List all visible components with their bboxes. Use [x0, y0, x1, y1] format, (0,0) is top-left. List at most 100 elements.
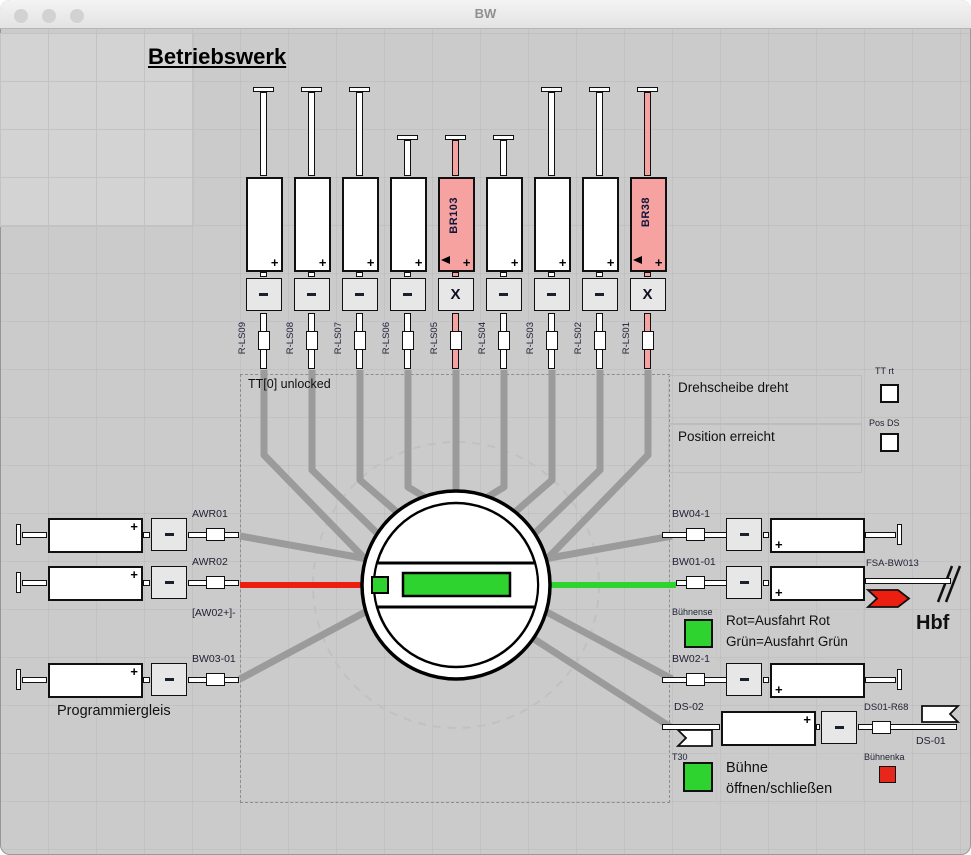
track-bumper [493, 135, 514, 140]
minus-glyph [355, 293, 364, 297]
sensor-rect [686, 528, 705, 541]
pos-ds-label: Pos DS [869, 418, 900, 428]
track-button-r-ls01[interactable]: X [630, 278, 666, 311]
window-titlebar: BW [0, 0, 971, 29]
track-section-r-ls06[interactable]: + [390, 177, 427, 272]
polarity-plus: + [775, 538, 783, 551]
polarity-plus: + [130, 520, 138, 533]
track-button-ds[interactable] [821, 711, 857, 744]
track-section-r-ls03[interactable]: + [534, 177, 571, 272]
track-section-bw02-1[interactable]: + [770, 663, 865, 698]
track-button-bw02-1[interactable] [726, 663, 762, 696]
track-button-r-ls06[interactable] [390, 278, 426, 311]
buehnenka-indicator[interactable] [879, 766, 896, 783]
track-section-r-ls04[interactable]: + [486, 177, 523, 272]
track-label-awr02: AWR02 [192, 556, 228, 568]
sensor-label-r-ls03: R-LS03 [525, 322, 536, 354]
right-bumper [897, 524, 902, 545]
left-bumper [16, 524, 21, 545]
legend-rot-text: Rot=Ausfahrt Rot [726, 613, 830, 628]
track-joint [644, 272, 651, 277]
track-stub [308, 92, 315, 176]
track-button-bw03-01[interactable] [151, 663, 187, 696]
tt-rt-checkbox[interactable] [880, 384, 899, 403]
track-button-r-ls07[interactable] [342, 278, 378, 311]
track-bumper [301, 87, 322, 92]
track-line [143, 677, 150, 683]
minus-glyph [165, 581, 174, 585]
sensor-label-r-ls06: R-LS06 [381, 322, 392, 354]
track-section-r-ls02[interactable]: + [582, 177, 619, 272]
track-button-r-ls09[interactable] [246, 278, 282, 311]
minus-glyph [835, 726, 844, 730]
occupied-x-glyph: X [450, 287, 460, 302]
sensor-label-r-ls02: R-LS02 [573, 322, 584, 354]
minus-glyph [307, 293, 316, 297]
track-section-bw03-01[interactable]: + [48, 663, 143, 698]
sensor-r-ls01 [642, 331, 654, 350]
track-button-r-ls02[interactable] [582, 278, 618, 311]
sensor-r-ls05 [450, 331, 462, 350]
track-section-r-ls01[interactable]: +BR38 [630, 177, 667, 272]
track-section-r-ls07[interactable]: + [342, 177, 379, 272]
track-button-bw01-01[interactable] [726, 566, 762, 599]
track-section-awr02[interactable]: + [48, 566, 143, 601]
sensor-rect [206, 528, 225, 541]
track-button-awr02[interactable] [151, 566, 187, 599]
track-section-r-ls05[interactable]: +BR103 [438, 177, 475, 272]
track-section-bw04-1[interactable]: + [770, 518, 865, 553]
track-line [143, 532, 150, 538]
buehnense-indicator[interactable] [684, 619, 713, 648]
direction-arrow-icon [441, 256, 450, 264]
panel-row-2-label: Position erreicht [678, 429, 775, 444]
track-joint [404, 272, 411, 277]
sensor-label-r-ls07: R-LS07 [333, 322, 344, 354]
t30-label: T30 [672, 752, 688, 762]
track-bumper [589, 87, 610, 92]
t30-indicator[interactable] [683, 762, 713, 792]
track-joint [452, 272, 459, 277]
track-stub [644, 92, 651, 176]
minus-glyph [740, 581, 749, 585]
track-line [22, 580, 47, 586]
track-stub [596, 92, 603, 176]
minus-glyph [259, 293, 268, 297]
track-section-ds[interactable]: + [721, 711, 816, 746]
polarity-plus: + [775, 586, 783, 599]
polarity-plus: + [463, 256, 471, 269]
polarity-plus: + [607, 256, 615, 269]
track-button-r-ls04[interactable] [486, 278, 522, 311]
track-line [22, 532, 47, 538]
polarity-plus: + [271, 256, 279, 269]
sensor-r-ls06 [402, 331, 414, 350]
track-button-r-ls05[interactable]: X [438, 278, 474, 311]
polarity-plus: + [775, 683, 783, 696]
track-button-awr01[interactable] [151, 518, 187, 551]
track-line [865, 532, 896, 538]
direction-arrow-icon [633, 256, 642, 264]
pos-ds-checkbox[interactable] [880, 433, 899, 452]
track-joint [596, 272, 603, 277]
sensor-rect [686, 673, 705, 686]
track-label-awr01: AWR01 [192, 508, 228, 520]
occupied-x-glyph: X [642, 287, 652, 302]
right-bumper [897, 669, 902, 690]
sensor-rect [686, 576, 705, 589]
track-stub [452, 140, 459, 176]
track-joint [548, 272, 555, 277]
sensor-rect [206, 673, 225, 686]
track-section-r-ls09[interactable]: + [246, 177, 283, 272]
track-line [763, 580, 769, 586]
track-line [662, 724, 720, 730]
minus-glyph [740, 533, 749, 537]
track-section-awr01[interactable]: + [48, 518, 143, 553]
track-button-r-ls03[interactable] [534, 278, 570, 311]
track-line [763, 677, 769, 683]
track-section-bw01-01[interactable]: + [770, 566, 865, 601]
track-stub [260, 92, 267, 176]
sensor-rect [206, 576, 225, 589]
track-button-r-ls08[interactable] [294, 278, 330, 311]
track-section-r-ls08[interactable]: + [294, 177, 331, 272]
track-button-bw04-1[interactable] [726, 518, 762, 551]
sensor-r-ls09 [258, 331, 270, 350]
